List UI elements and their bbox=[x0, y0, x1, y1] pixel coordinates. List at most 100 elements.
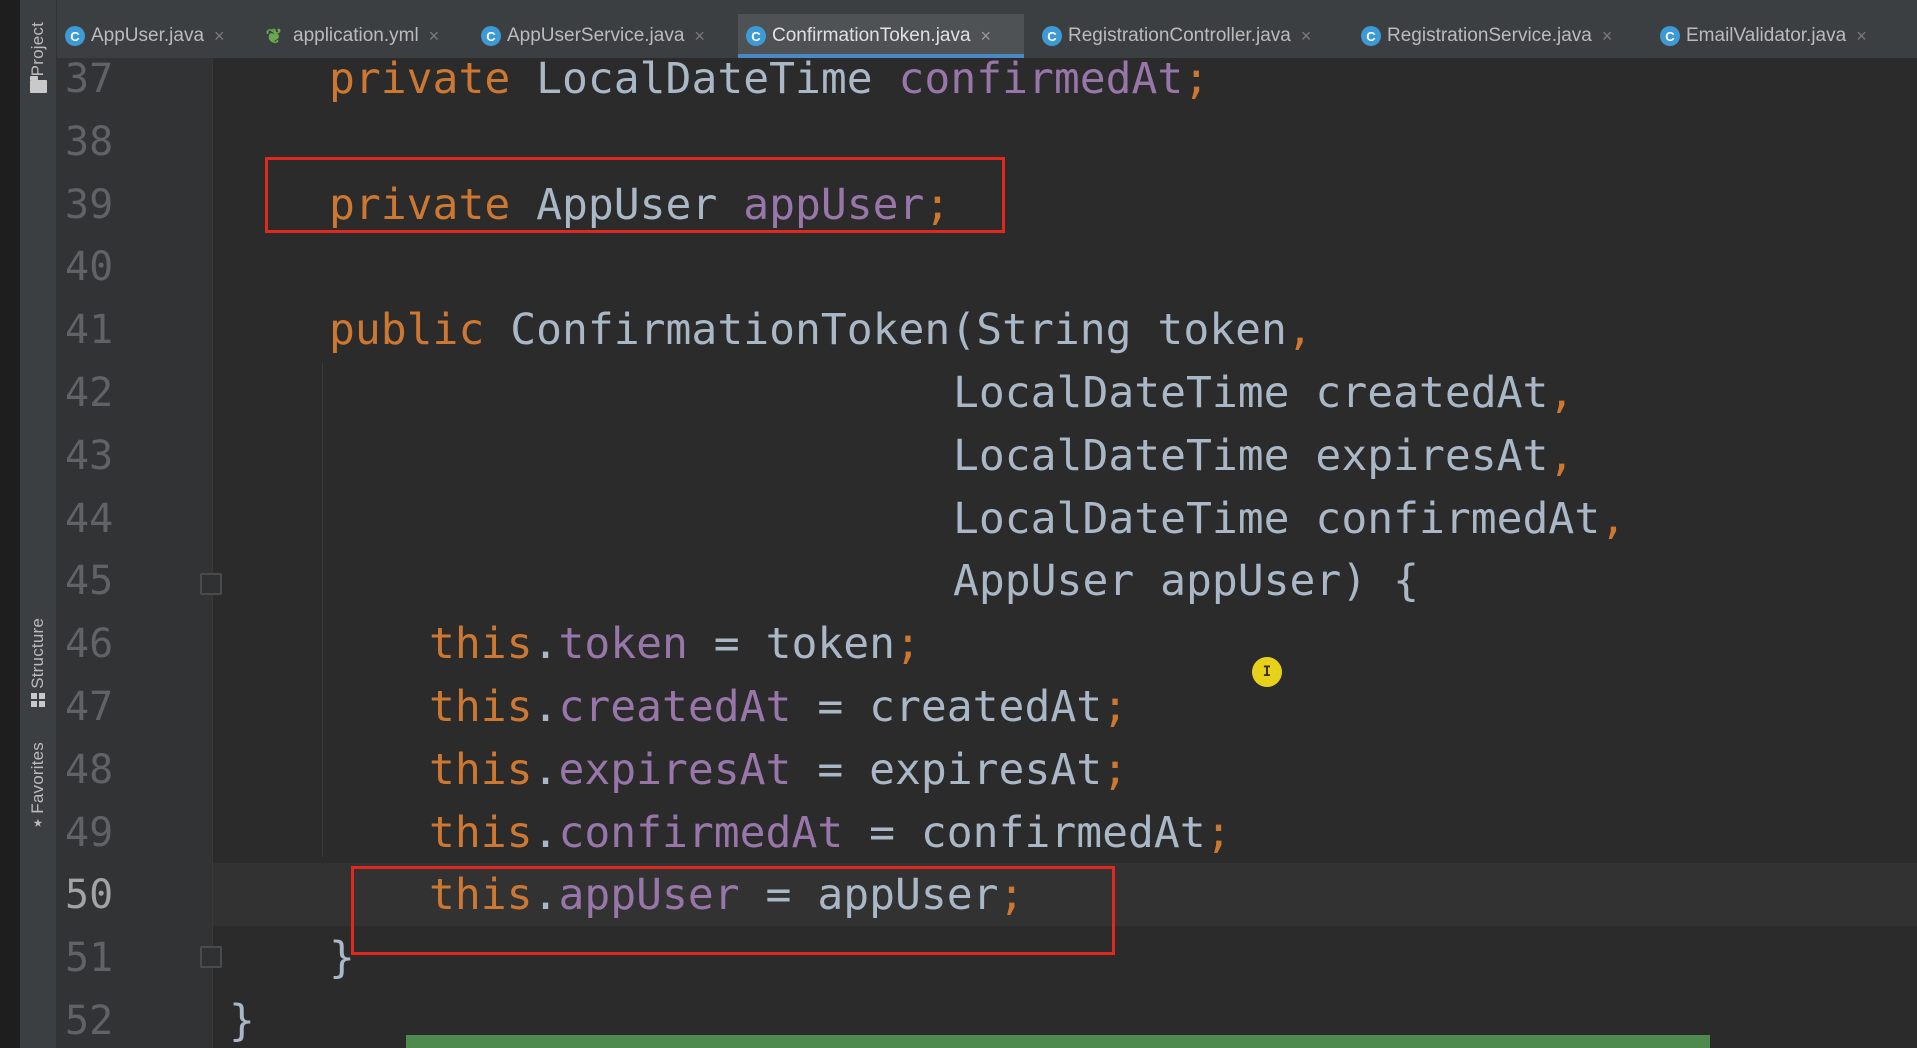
line-number: 44 bbox=[65, 496, 114, 542]
code-token: LocalDateTime confirmedAt bbox=[953, 494, 1601, 544]
code-token: public bbox=[329, 305, 511, 355]
fold-icon bbox=[200, 946, 222, 968]
code-token: = token bbox=[687, 619, 896, 669]
code-token: confirmedAt bbox=[558, 808, 844, 858]
line-number: 46 bbox=[65, 621, 114, 667]
code-token: this bbox=[429, 619, 533, 669]
tab-label: ConfirmationToken.java bbox=[772, 25, 971, 46]
code-line[interactable]: LocalDateTime createdAt, bbox=[953, 362, 1574, 425]
code-line[interactable]: } bbox=[229, 990, 255, 1048]
close-icon[interactable]: × bbox=[694, 26, 705, 47]
line-number: 37 bbox=[65, 56, 114, 102]
fold-toggle-end[interactable] bbox=[200, 946, 226, 972]
class-icon: C bbox=[1361, 26, 1381, 46]
structure-tool-button[interactable]: Structure bbox=[20, 618, 56, 711]
line-number: 39 bbox=[65, 182, 114, 228]
code-token: token bbox=[558, 619, 688, 669]
favorites-tool-label: Favorites bbox=[28, 742, 47, 814]
line-number: 49 bbox=[65, 810, 114, 856]
code-token: LocalDateTime expiresAt bbox=[953, 431, 1549, 481]
tab-label: RegistrationService.java bbox=[1387, 25, 1592, 46]
code-token: LocalDateTime createdAt bbox=[953, 368, 1549, 418]
code-token: , bbox=[1600, 494, 1627, 544]
structure-tool-label: Structure bbox=[28, 618, 47, 689]
close-icon[interactable]: × bbox=[214, 26, 225, 47]
close-icon[interactable]: × bbox=[981, 26, 992, 47]
close-icon[interactable]: × bbox=[1856, 26, 1867, 47]
code-token: , bbox=[1286, 305, 1313, 355]
code-token: ; bbox=[895, 619, 921, 669]
code-token: , bbox=[1548, 431, 1575, 481]
code-token: confirmedAt bbox=[898, 54, 1184, 104]
tool-window-stripe: Project Structure Favorites ★ bbox=[20, 0, 57, 1048]
fold-toggle-constructor[interactable] bbox=[200, 573, 226, 599]
line-number: 50 bbox=[65, 872, 114, 918]
code-token: . bbox=[532, 619, 559, 669]
code-line[interactable]: private LocalDateTime confirmedAt; bbox=[329, 48, 1209, 111]
project-tool-label: Project bbox=[28, 22, 47, 77]
line-number: 38 bbox=[65, 119, 114, 165]
code-line[interactable]: this.createdAt = createdAt; bbox=[429, 676, 1128, 739]
code-token: expiresAt bbox=[558, 745, 792, 795]
class-icon: C bbox=[65, 26, 85, 46]
highlight-box-field bbox=[265, 157, 1005, 233]
code-token: private bbox=[329, 54, 537, 104]
tab-emailvalidator-java[interactable]: C EmailValidator.java × bbox=[1652, 14, 1917, 58]
favorites-tool-button[interactable]: Favorites ★ bbox=[20, 742, 56, 830]
tab-label: application.yml bbox=[293, 25, 419, 46]
tab-label: RegistrationController.java bbox=[1068, 25, 1291, 46]
code-token: = createdAt bbox=[791, 682, 1103, 732]
code-token: = expiresAt bbox=[791, 745, 1103, 795]
line-number: 43 bbox=[65, 433, 114, 479]
code-line[interactable]: this.confirmedAt = confirmedAt; bbox=[429, 802, 1232, 865]
code-line[interactable]: AppUser appUser) { bbox=[953, 550, 1419, 613]
text-cursor-icon: I bbox=[1252, 657, 1282, 687]
line-number: 48 bbox=[65, 747, 114, 793]
spring-leaf-icon: ❦ bbox=[265, 25, 283, 48]
code-line[interactable]: this.expiresAt = expiresAt; bbox=[429, 739, 1128, 802]
class-icon: C bbox=[481, 26, 501, 46]
code-token: , bbox=[1548, 368, 1575, 418]
code-token: ; bbox=[1183, 54, 1210, 104]
code-token: = confirmedAt bbox=[843, 808, 1206, 858]
ide-window: Project Structure Favorites ★ C AppUser.j… bbox=[0, 0, 1917, 1048]
window-edge bbox=[0, 0, 20, 1048]
code-token: . bbox=[532, 745, 559, 795]
code-line[interactable]: public ConfirmationToken(String token, bbox=[329, 299, 1313, 362]
line-number: 42 bbox=[65, 370, 114, 416]
line-number: 40 bbox=[65, 244, 114, 290]
tab-registrationservice-java[interactable]: C RegistrationService.java × bbox=[1353, 14, 1642, 58]
tab-label: EmailValidator.java bbox=[1686, 25, 1847, 46]
code-token: AppUser appUser) { bbox=[953, 556, 1419, 606]
code-line[interactable]: LocalDateTime confirmedAt, bbox=[953, 488, 1626, 551]
line-number: 52 bbox=[65, 998, 114, 1044]
tab-label: AppUserService.java bbox=[507, 25, 685, 46]
code-line[interactable]: LocalDateTime expiresAt, bbox=[953, 425, 1574, 488]
completion-hint-bar bbox=[406, 1035, 1710, 1048]
code-token: ; bbox=[1102, 682, 1129, 732]
close-icon[interactable]: × bbox=[1301, 26, 1312, 47]
code-token: . bbox=[532, 808, 559, 858]
fold-icon bbox=[200, 573, 222, 595]
line-number: 51 bbox=[65, 935, 114, 981]
code-token: LocalDateTime bbox=[536, 54, 899, 104]
code-token: . bbox=[532, 682, 559, 732]
code-token: createdAt bbox=[558, 682, 792, 732]
class-icon: C bbox=[1042, 26, 1062, 46]
structure-icon bbox=[31, 692, 45, 707]
line-number: 47 bbox=[65, 684, 114, 730]
code-token: ; bbox=[1102, 745, 1129, 795]
project-tool-button[interactable]: Project bbox=[20, 22, 56, 97]
code-token: ; bbox=[1205, 808, 1232, 858]
code-line[interactable]: this.token = token; bbox=[429, 613, 921, 676]
class-icon: C bbox=[1660, 26, 1680, 46]
close-icon[interactable]: × bbox=[1602, 26, 1613, 47]
indent-guide bbox=[322, 363, 323, 857]
line-number: 45 bbox=[65, 558, 114, 604]
highlight-box-assignment bbox=[351, 866, 1115, 955]
code-token: } bbox=[229, 996, 255, 1046]
class-icon: C bbox=[746, 26, 766, 46]
code-token: (String token bbox=[950, 305, 1287, 355]
close-icon[interactable]: × bbox=[429, 26, 440, 47]
line-number: 41 bbox=[65, 307, 114, 353]
